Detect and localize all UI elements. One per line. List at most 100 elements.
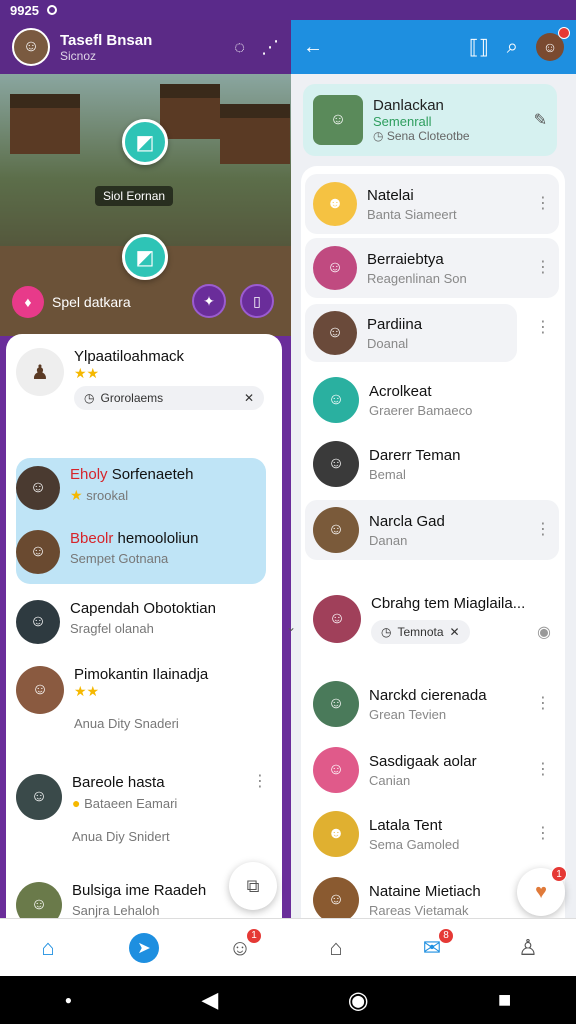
item-name: Narcla Gad — [369, 512, 445, 530]
chat-icon[interactable]: ✉ 8 — [416, 927, 454, 964]
list-item[interactable]: ☺ Berraiebtya Reagenlinan Son ⋮ — [305, 238, 559, 298]
list-item[interactable]: ☻ Latala Tent Sema Gamoled ⋮ — [305, 806, 559, 862]
heart-button[interactable]: ♥ 1 — [517, 866, 567, 916]
item-sub: Doanal — [367, 335, 409, 351]
star-icon: ★ — [70, 487, 83, 503]
gift-icon[interactable]: ✦ — [192, 284, 226, 318]
item-name: Acrolkeat — [369, 382, 432, 400]
share-icon[interactable]: ⋰ — [261, 37, 279, 58]
chevron-down-icon[interactable]: ⌄ — [286, 620, 296, 634]
bracket-icon[interactable]: ⟦⟧ — [469, 35, 489, 60]
item-name: Ylpaatiloahmack — [74, 348, 185, 365]
item-name: Sorfenaeteh — [111, 466, 194, 483]
scene-bottom-row: ♦ Spel datkara — [12, 286, 131, 318]
item-sub: Rareas Vietamak — [369, 902, 469, 918]
bookmark-icon[interactable]: ▯ — [240, 284, 274, 318]
hut-shape — [220, 104, 290, 164]
store-icon[interactable]: ⌂ — [320, 932, 352, 964]
item-name: Natelai — [367, 186, 414, 204]
info-icon[interactable]: ◉ — [537, 622, 551, 642]
profile-name: Tasefl Bnsan — [60, 31, 153, 49]
item-name: Pardiina — [367, 315, 423, 333]
recents-icon[interactable]: ■ — [498, 987, 511, 1013]
search-icon[interactable]: ⌕ — [507, 36, 518, 59]
more-icon[interactable]: ⋮ — [252, 774, 268, 790]
avatar: ☺ — [313, 877, 359, 923]
home-icon[interactable]: ⌂ — [32, 932, 64, 964]
item-name-prefix: Eholy — [70, 466, 108, 483]
item-sub: Canian — [369, 772, 411, 788]
left-chat-list: ♟ Ylpaatiloahmack ★★ ◷ Grorolaems ✕ ☺ Eh… — [6, 334, 282, 918]
right-chat-list: ☻ Natelai Banta Siameert ⋮ ☺ Berraiebtya R… — [301, 166, 565, 926]
more-icon[interactable]: ⋮ — [535, 696, 551, 712]
item-sub: srookal — [86, 488, 129, 503]
notification-badge: 1 — [246, 927, 262, 944]
more-icon[interactable]: ⋮ — [535, 762, 551, 778]
bottom-nav: ⌂ ➤ ☺ 1 ⌂ ✉ 8 ♙ — [0, 918, 576, 976]
item-name: Cbrahg tem Miaglaila... — [371, 594, 526, 612]
close-icon[interactable]: ✕ — [244, 391, 254, 405]
avatar: ♟ — [16, 348, 64, 396]
profile-icon[interactable]: ☺ 1 — [224, 927, 262, 964]
compass-icon[interactable]: ➤ — [128, 932, 160, 964]
list-item[interactable]: ☺ Sasdigaak aolar Canian ⋮ — [305, 742, 559, 798]
home-button-icon[interactable]: ◉ — [348, 986, 369, 1015]
item-name: Darerr Teman — [369, 446, 461, 464]
close-icon[interactable]: ✕ — [450, 625, 460, 639]
clock-icon: ◷ — [373, 129, 384, 143]
list-item[interactable]: ☺ Capendah Obotoktian Sragfel olanah — [16, 600, 268, 644]
more-icon[interactable]: ⋮ — [535, 522, 551, 538]
item-sub: Grean Tevien — [369, 706, 447, 722]
scene-bottom-text: Spel datkara — [52, 294, 131, 310]
edit-icon[interactable]: ✎ — [534, 110, 547, 130]
hut-shape — [10, 94, 80, 154]
list-item[interactable]: ☺ Cbrahg tem Miaglaila... ◷ Temnota ✕ ◉ — [305, 574, 559, 664]
location-pin-icon[interactable]: ♦ — [12, 286, 44, 318]
clock-icon: ◷ — [381, 624, 392, 639]
right-header: ← ⟦⟧ ⌕ ☺ — [291, 20, 576, 74]
item-sub: Anua Dity Snaderi — [74, 716, 179, 731]
chip[interactable]: ◷ Grorolaems ✕ — [74, 386, 264, 410]
item-sub: Danan — [369, 532, 408, 548]
pinned-chat[interactable]: ☺ Danlackan Semenrall ◷ Sena Cloteotbe ✎ — [303, 84, 557, 156]
item-name: Narckd cierenada — [369, 686, 487, 704]
chip[interactable]: ◷ Temnota ✕ — [371, 619, 470, 644]
avatar: ☻ — [313, 182, 357, 226]
list-item[interactable]: ☺ Pimokantin Ilainadja ★★ Anua Dity Snad… — [16, 666, 268, 731]
heart-icon: ♥ — [535, 880, 547, 903]
more-icon[interactable]: ⋮ — [535, 260, 551, 276]
more-icon[interactable]: ⋮ — [535, 320, 551, 336]
notification-badge: 1 — [551, 866, 567, 882]
chat-bubble-icon[interactable]: ◌ — [234, 37, 245, 58]
back-icon[interactable]: ◀ — [201, 987, 218, 1013]
scan-button[interactable]: ⧉ — [229, 862, 277, 910]
more-icon[interactable]: ⋮ — [535, 826, 551, 842]
list-item[interactable]: ♟ Ylpaatiloahmack ★★ ◷ Grorolaems ✕ — [16, 348, 268, 410]
avatar: ☺ — [313, 377, 359, 423]
list-item[interactable]: ☺ Narckd cierenada Grean Tevien ⋮ — [305, 676, 559, 732]
list-item[interactable]: ☺ Acrolkeat Graerer Bamaeco — [305, 372, 559, 428]
list-item[interactable]: ☺ Eholy Sorfenaeteh ★ srookal — [16, 466, 268, 510]
back-arrow-icon[interactable]: ← — [303, 36, 323, 59]
list-item[interactable]: ☺ Bareole hasta ● Bataeen Eamari Anua Di… — [16, 774, 268, 844]
item-name: Nataine Mietiach — [369, 882, 481, 900]
item-sub: Banta Siameert — [367, 206, 457, 222]
avatar: ☺ — [313, 747, 359, 793]
avatar: ☺ — [16, 600, 60, 644]
avatar: ☺ — [313, 95, 363, 145]
avatar[interactable]: ☺ — [12, 28, 50, 66]
more-icon[interactable]: ⋮ — [535, 196, 551, 212]
list-item[interactable]: ☺ Pardiina Doanal — [305, 304, 517, 362]
account-icon[interactable]: ♙ — [512, 932, 544, 964]
item-sub: Graerer Bamaeco — [369, 402, 473, 418]
item-name: Sasdigaak aolar — [369, 752, 477, 770]
chat-bubble-button[interactable]: ◩ — [122, 234, 168, 280]
list-item[interactable]: ☺ Darerr Teman Bemal — [305, 436, 559, 492]
list-item[interactable]: ☻ Natelai Banta Siameert ⋮ — [305, 174, 559, 234]
list-item[interactable]: ☺ Bbeolr hemoololiun Sempet Gotnana — [16, 530, 268, 574]
item-name: Bulsiga ime Raadeh — [72, 882, 207, 899]
list-item[interactable]: ☺ Narcla Gad Danan ⋮ — [305, 500, 559, 560]
notification-dot — [558, 27, 570, 39]
chat-bubble-button[interactable]: ◩ — [122, 119, 168, 165]
dot-icon[interactable]: ● — [65, 993, 72, 1007]
